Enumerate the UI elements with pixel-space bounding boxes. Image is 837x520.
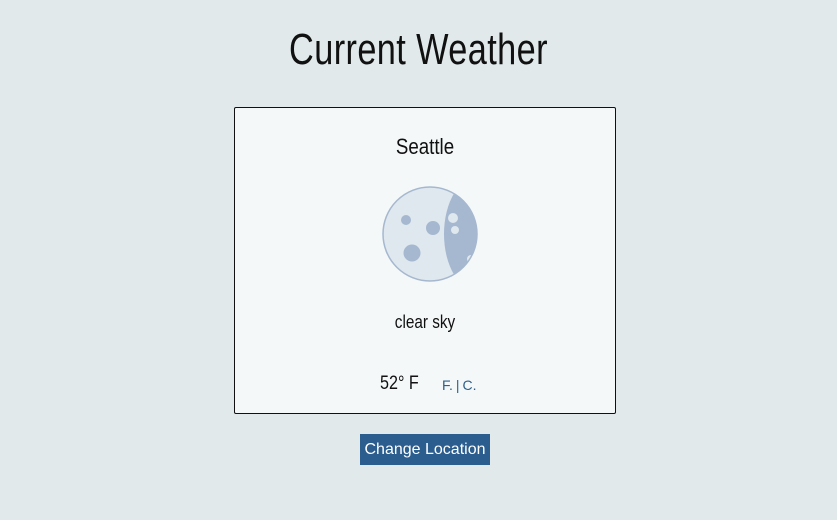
moon-icon	[382, 186, 478, 282]
fahrenheit-link[interactable]: F.	[442, 377, 453, 393]
unit-separator: |	[455, 377, 460, 393]
change-location-button[interactable]: Change Location	[360, 434, 490, 465]
temperature-row: 52° F F. | C.	[235, 370, 615, 398]
weather-card: Seattle clear sky 52° F F. | C.	[234, 107, 616, 414]
weather-condition: clear sky	[394, 312, 456, 332]
temperature-value: 52° F	[380, 373, 419, 394]
celsius-link[interactable]: C.	[463, 377, 477, 393]
page-title: Current Weather	[289, 25, 548, 74]
unit-toggle: F. | C.	[442, 375, 477, 395]
city-name: Seattle	[395, 134, 455, 159]
